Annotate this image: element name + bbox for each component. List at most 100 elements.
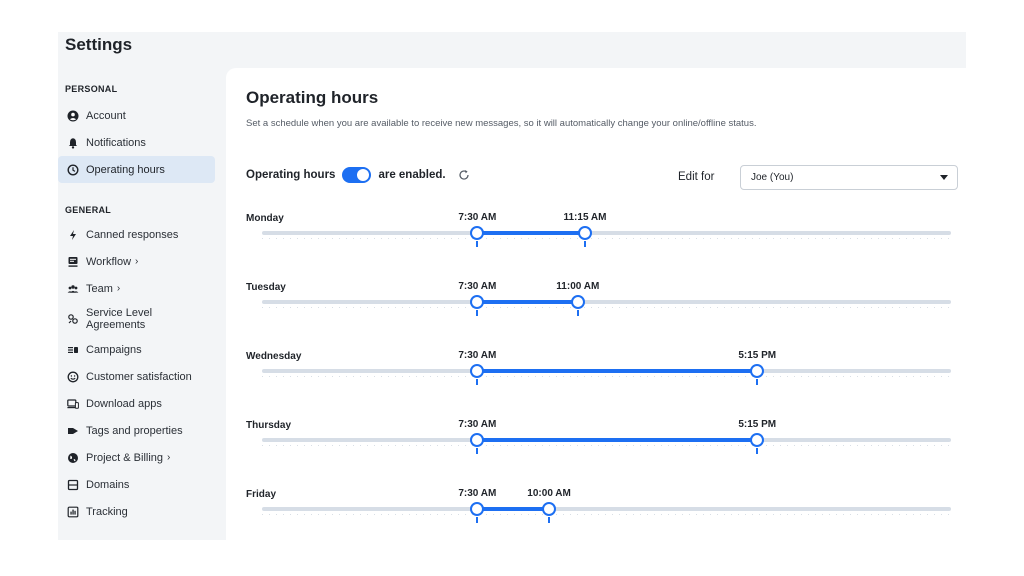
- sla-icon: [67, 313, 79, 325]
- selected-range: [477, 507, 550, 511]
- selected-range: [477, 369, 758, 373]
- sidebar-item-domains[interactable]: Domains: [58, 471, 215, 498]
- time-slider-ticks: [262, 376, 951, 377]
- start-time-label: 7:30 AM: [458, 488, 497, 499]
- operating-hours-toggle[interactable]: [342, 167, 372, 183]
- start-time-handle[interactable]: [470, 502, 485, 516]
- sidebar-item-label: Project & Billing: [86, 451, 164, 464]
- sidebar-item-notifications[interactable]: Notifications: [58, 129, 215, 156]
- refresh-icon[interactable]: [458, 169, 470, 181]
- domains-icon: [67, 479, 79, 491]
- sidebar-item-label: Tags and properties: [86, 424, 183, 437]
- operating-hours-toggle-row: Operating hours are enabled.: [246, 167, 470, 183]
- workflow-icon: [67, 256, 79, 268]
- sidebar-item-label: Team: [86, 282, 113, 295]
- caret-down-icon: [940, 175, 948, 180]
- sidebar-item-campaigns[interactable]: Campaigns: [58, 336, 215, 363]
- start-handle-stem: [476, 379, 479, 385]
- sidebar-item-label: Workflow: [86, 255, 132, 268]
- selected-range: [477, 300, 578, 304]
- sidebar-item-customer-satisfaction[interactable]: Customer satisfaction: [58, 363, 215, 390]
- page-description: Set a schedule when you are available to…: [246, 118, 757, 129]
- toggle-suffix-label: are enabled.: [378, 169, 446, 181]
- app-title: Settings: [65, 35, 133, 54]
- start-handle-stem: [476, 310, 479, 316]
- start-time-label: 7:30 AM: [458, 212, 497, 223]
- day-name: Monday: [246, 213, 284, 224]
- start-handle-stem: [476, 241, 479, 247]
- globe-icon: [67, 452, 79, 464]
- time-slider-track[interactable]: [262, 231, 951, 235]
- sidebar-item-tags-and-properties[interactable]: Tags and properties: [58, 417, 215, 444]
- sidebar-item-team[interactable]: Team ›: [58, 275, 215, 302]
- sidebar-item-label: Notifications: [86, 136, 146, 149]
- day-name: Wednesday: [246, 351, 302, 362]
- sidebar-item-label: Operating hours: [86, 163, 165, 176]
- start-time-handle[interactable]: [470, 226, 485, 240]
- section-label-personal: PERSONAL: [65, 84, 118, 94]
- sidebar-item-label: Canned responses: [86, 228, 179, 241]
- end-time-handle[interactable]: [570, 295, 585, 309]
- sidebar-item-workflow[interactable]: Workflow ›: [58, 248, 215, 275]
- sidebar-item-label: Domains: [86, 478, 130, 491]
- day-row-tuesday: Tuesday 7:30 AM 11:00 AM: [246, 277, 958, 337]
- end-time-label: 11:15 AM: [563, 212, 607, 223]
- chevron-right-icon: ›: [167, 452, 171, 463]
- sidebar-item-label: Download apps: [86, 397, 162, 410]
- sidebar-item-label: Campaigns: [86, 343, 142, 356]
- page-title: Operating hours: [246, 88, 379, 107]
- start-time-handle[interactable]: [470, 295, 485, 309]
- start-time-label: 7:30 AM: [458, 350, 497, 361]
- edit-for-label: Edit for: [678, 171, 715, 183]
- day-row-monday: Monday 7:30 AM 11:15 AM: [246, 208, 958, 268]
- section-label-general: GENERAL: [65, 205, 112, 215]
- selected-range: [477, 231, 585, 235]
- start-handle-stem: [476, 517, 479, 523]
- end-time-handle[interactable]: [750, 433, 765, 447]
- time-slider-ticks: [262, 514, 951, 515]
- end-handle-stem: [576, 310, 579, 316]
- sidebar-item-tracking[interactable]: Tracking: [58, 498, 215, 525]
- tracking-icon: [67, 506, 79, 518]
- settings-app: Settings PERSONAL Account Notifications …: [58, 32, 966, 540]
- end-time-label: 11:00 AM: [556, 281, 600, 292]
- time-slider-ticks: [262, 445, 951, 446]
- toggle-prefix-label: Operating hours: [246, 169, 336, 181]
- end-time-label: 5:15 PM: [738, 419, 777, 430]
- campaigns-icon: [67, 344, 79, 356]
- end-time-label: 10:00 AM: [527, 488, 571, 499]
- sidebar-item-project-billing[interactable]: Project & Billing ›: [58, 444, 215, 471]
- chevron-right-icon: ›: [135, 256, 139, 267]
- bell-icon: [67, 137, 79, 149]
- edit-for-select[interactable]: Joe (You): [740, 165, 958, 190]
- day-row-wednesday: Wednesday 7:30 AM 5:15 PM: [246, 346, 958, 406]
- sidebar-item-canned-responses[interactable]: Canned responses: [58, 221, 215, 248]
- operating-hours-panel: Operating hours Set a schedule when you …: [226, 68, 966, 540]
- devices-icon: [67, 398, 79, 410]
- end-time-handle[interactable]: [542, 502, 557, 516]
- start-time-label: 7:30 AM: [458, 281, 497, 292]
- sidebar-item-operating-hours[interactable]: Operating hours: [58, 156, 215, 183]
- selected-range: [477, 438, 758, 442]
- bolt-icon: [67, 229, 79, 241]
- start-time-handle[interactable]: [470, 433, 485, 447]
- smiley-icon: [67, 371, 79, 383]
- sidebar-item-account[interactable]: Account: [58, 102, 215, 129]
- end-time-handle[interactable]: [577, 226, 592, 240]
- sidebar-item-label: Account: [86, 109, 126, 122]
- sidebar-item-sla[interactable]: Service Level Agreements: [58, 302, 215, 336]
- time-slider-track[interactable]: [262, 300, 951, 304]
- time-slider-track[interactable]: [262, 507, 951, 511]
- sidebar-item-download-apps[interactable]: Download apps: [58, 390, 215, 417]
- time-slider-ticks: [262, 307, 951, 308]
- day-name: Tuesday: [246, 282, 286, 293]
- start-time-handle[interactable]: [470, 364, 485, 378]
- end-handle-stem: [756, 448, 759, 454]
- sidebar-item-label: Tracking: [86, 505, 128, 518]
- end-time-handle[interactable]: [750, 364, 765, 378]
- day-name: Thursday: [246, 420, 292, 431]
- time-slider-ticks: [262, 238, 951, 239]
- end-handle-stem: [756, 379, 759, 385]
- tag-icon: [67, 425, 79, 437]
- edit-for-value: Joe (You): [751, 172, 794, 183]
